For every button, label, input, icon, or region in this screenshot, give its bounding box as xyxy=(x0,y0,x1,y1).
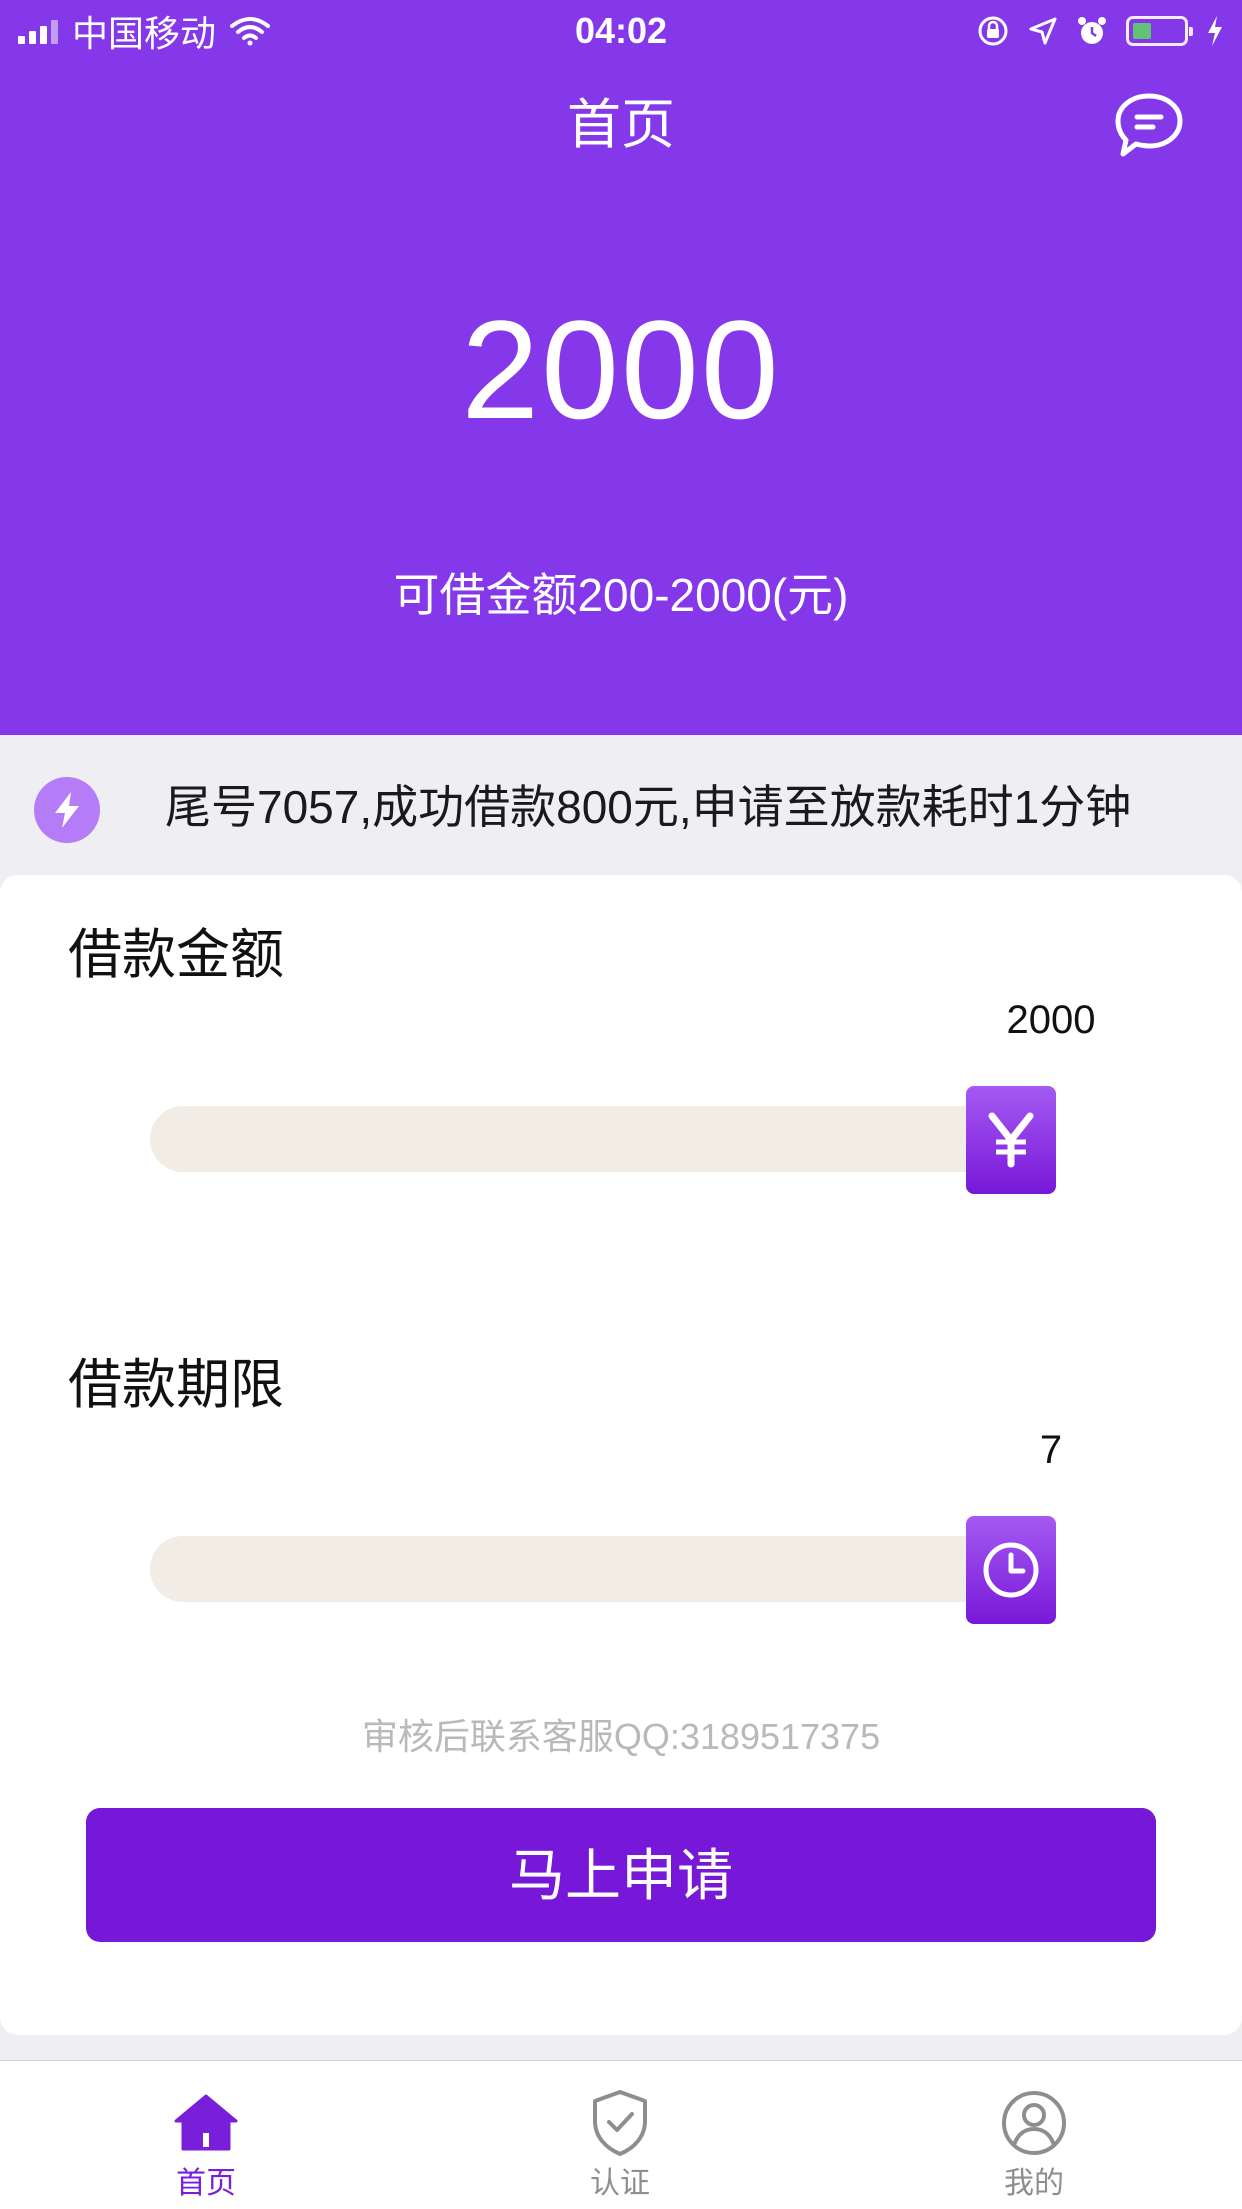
loan-amount-slider-track[interactable] xyxy=(150,1106,1050,1172)
home-icon xyxy=(174,2094,238,2151)
user-icon xyxy=(1002,2091,1066,2155)
tab-verify-label: 认证 xyxy=(590,2167,650,2200)
max-loan-amount: 2000 xyxy=(461,291,781,448)
charging-icon xyxy=(1208,16,1222,46)
loan-term-value: 7 xyxy=(1039,1428,1063,1472)
clock-icon xyxy=(983,1542,1039,1598)
loan-term-slider-thumb[interactable] xyxy=(966,1516,1056,1624)
tab-verify[interactable]: 认证 xyxy=(520,2060,720,2208)
shield-check-icon xyxy=(593,2090,647,2156)
chat-bubble-icon xyxy=(1115,93,1183,157)
loan-amount-value: 2000 xyxy=(1006,998,1096,1042)
customer-service-hint: 审核后联系客服QQ:3189517375 xyxy=(361,1716,881,1757)
tab-mine[interactable]: 我的 xyxy=(934,2060,1134,2208)
tab-mine-label: 我的 xyxy=(1004,2167,1064,2200)
lightning-icon xyxy=(34,777,100,843)
loan-range-text: 可借金额200-2000(元) xyxy=(393,569,849,621)
loan-term-title: 借款期限 xyxy=(68,1355,284,1415)
alarm-icon xyxy=(1078,17,1106,44)
battery-icon xyxy=(1126,16,1193,46)
status-bar: 中国移动 04:02 xyxy=(0,0,1242,62)
loan-amount-title: 借款金额 xyxy=(68,925,284,985)
page-title: 首页 xyxy=(567,95,675,155)
loan-term-slider-track[interactable] xyxy=(150,1536,1050,1602)
loan-amount-slider-thumb[interactable] xyxy=(966,1086,1056,1194)
orientation-lock-icon xyxy=(978,16,1008,46)
tab-home[interactable]: 首页 xyxy=(106,2060,306,2208)
apply-now-button[interactable]: 马上申请 xyxy=(86,1808,1156,1942)
location-icon xyxy=(1029,17,1057,45)
message-button[interactable] xyxy=(1113,90,1185,162)
yen-icon xyxy=(988,1112,1034,1168)
tab-home-label: 首页 xyxy=(176,2167,236,2200)
notice-text: 尾号7057,成功借款800元,申请至放款耗时1分钟 xyxy=(165,781,1132,833)
status-right-group xyxy=(976,10,1224,52)
